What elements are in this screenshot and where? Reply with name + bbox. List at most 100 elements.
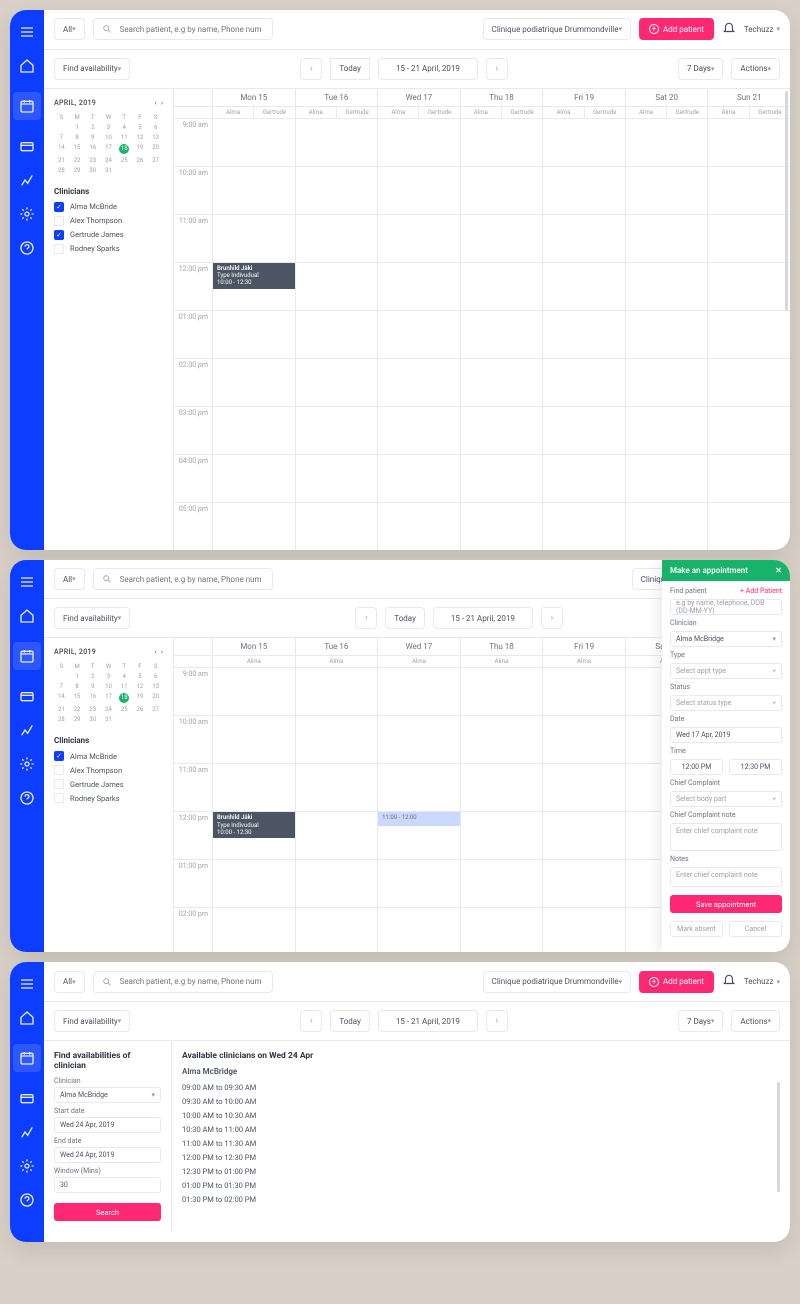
mini-prev-icon[interactable]: ‹ [155, 99, 157, 107]
time-slot[interactable] [377, 503, 460, 550]
calendar-icon[interactable] [13, 1044, 41, 1072]
time-slot[interactable] [460, 119, 543, 166]
menu-icon[interactable] [19, 24, 35, 40]
user-menu[interactable]: Techuzz▾ [744, 977, 780, 986]
availability-slot[interactable]: 09:00 AM to 09:30 AM [182, 1082, 780, 1093]
time-slot[interactable] [377, 263, 460, 310]
end-date-input[interactable]: Wed 24 Apr, 2019 [54, 1147, 161, 1163]
mini-day[interactable]: 31 [101, 715, 116, 724]
mini-day[interactable]: 1 [70, 672, 85, 681]
time-slot[interactable] [377, 860, 460, 907]
next-week-button[interactable]: › [486, 58, 508, 80]
cancel-button[interactable]: Cancel [729, 921, 782, 937]
mini-calendar[interactable]: SMTWTFS123456789101112131415161718192021… [54, 113, 163, 175]
home-icon[interactable] [19, 58, 35, 74]
mini-day[interactable]: 27 [148, 705, 163, 714]
time-slot[interactable] [460, 908, 543, 952]
time-slot[interactable]: 11:00 - 12:00 [377, 812, 460, 859]
find-availability-button[interactable]: Find availability▾ [54, 1010, 130, 1032]
time-slot[interactable] [460, 764, 543, 811]
mini-day-today[interactable]: 18 [119, 144, 129, 154]
time-slot[interactable] [295, 860, 378, 907]
time-slot[interactable] [460, 860, 543, 907]
time-slot[interactable] [542, 359, 625, 406]
availability-slot[interactable]: 10:30 AM to 11:00 AM [182, 1124, 780, 1135]
analytics-icon[interactable] [19, 1124, 35, 1140]
appointment-event[interactable]: Brunhild JäkiType Indivudual10:00 - 12:3… [213, 812, 295, 838]
time-slot[interactable] [460, 359, 543, 406]
time-slot[interactable] [377, 908, 460, 952]
availability-slot[interactable]: 01:30 PM to 02:00 PM [182, 1194, 780, 1205]
time-slot[interactable] [542, 455, 625, 502]
mini-next-icon[interactable]: › [161, 99, 163, 107]
time-slot[interactable] [377, 764, 460, 811]
time-slot[interactable] [707, 311, 790, 358]
appointment-event[interactable]: Brunhild JäkiType Indivudual10:00 - 12:3… [213, 263, 295, 289]
billing-icon[interactable] [19, 688, 35, 704]
home-icon[interactable] [19, 1010, 35, 1026]
time-slot[interactable] [212, 716, 295, 763]
time-slot[interactable] [295, 311, 378, 358]
time-slot[interactable] [542, 668, 625, 715]
time-slot[interactable] [377, 215, 460, 262]
mini-day[interactable]: 21 [54, 156, 69, 165]
mini-day[interactable]: 9 [85, 133, 100, 142]
time-slot[interactable] [212, 908, 295, 952]
time-slot[interactable] [212, 311, 295, 358]
checkbox[interactable]: ✓ [54, 230, 64, 240]
filter-dropdown[interactable]: All▾ [54, 18, 85, 40]
checkbox[interactable]: ✓ [54, 202, 64, 212]
availability-slot[interactable]: 12:00 PM to 12:30 PM [182, 1152, 780, 1163]
time-slot[interactable] [707, 215, 790, 262]
search-input[interactable] [118, 976, 264, 987]
time-slot[interactable] [460, 716, 543, 763]
notification-bell-icon[interactable] [722, 20, 736, 39]
next-week-button[interactable]: › [541, 607, 563, 629]
time-slot[interactable] [460, 455, 543, 502]
mini-day[interactable]: 22 [70, 705, 85, 714]
help-icon[interactable] [19, 790, 35, 806]
prev-week-button[interactable]: ‹ [355, 607, 377, 629]
availability-slot[interactable]: 09:30 AM to 10:00 AM [182, 1096, 780, 1107]
mini-day[interactable] [54, 123, 69, 132]
mini-calendar[interactable]: SMTWTFS123456789101112131415161718192021… [54, 662, 163, 724]
time-slot[interactable] [377, 119, 460, 166]
time-slot[interactable] [377, 668, 460, 715]
time-slot[interactable] [542, 215, 625, 262]
next-week-button[interactable]: › [486, 1010, 508, 1032]
mini-day[interactable]: 19 [133, 143, 148, 155]
prev-week-button[interactable]: ‹ [300, 58, 322, 80]
mini-day[interactable]: 30 [85, 715, 100, 724]
actions-dropdown[interactable]: Actions▾ [731, 1010, 780, 1032]
settings-icon[interactable] [19, 206, 35, 222]
time-slot[interactable] [625, 311, 708, 358]
time-slot[interactable] [707, 119, 790, 166]
week-calendar[interactable]: Mon 15Tue 16Wed 17Thu 18Fri 19Sat 20Sun … [174, 89, 790, 550]
time-slot[interactable] [625, 167, 708, 214]
mini-day[interactable]: 29 [70, 715, 85, 724]
mini-day[interactable]: 10 [101, 682, 116, 691]
mini-day[interactable]: 27 [148, 156, 163, 165]
time-slot[interactable] [460, 215, 543, 262]
checkbox[interactable] [54, 216, 64, 226]
mini-day[interactable]: 11 [117, 682, 132, 691]
find-patient-input[interactable]: e.g by name, telephone, DOB (DD-MM-YY) [670, 599, 782, 615]
mini-day[interactable]: 1 [70, 123, 85, 132]
mini-day[interactable]: 7 [54, 133, 69, 142]
checkbox[interactable] [54, 765, 64, 775]
search-field[interactable] [93, 568, 273, 590]
help-icon[interactable] [19, 1192, 35, 1208]
time-slot[interactable] [542, 716, 625, 763]
time-slot[interactable] [707, 503, 790, 550]
mini-day[interactable] [133, 166, 148, 175]
filter-dropdown[interactable]: All▾ [54, 971, 85, 993]
mini-day[interactable]: 3 [101, 123, 116, 132]
time-slot[interactable] [542, 407, 625, 454]
mini-day[interactable] [117, 166, 132, 175]
mini-day[interactable]: 14 [54, 143, 69, 155]
time-slot[interactable]: Brunhild JäkiType Indivudual10:00 - 12:3… [212, 812, 295, 859]
close-icon[interactable]: ✕ [775, 566, 782, 575]
mini-day[interactable]: 4 [117, 672, 132, 681]
mini-day[interactable] [148, 166, 163, 175]
start-date-input[interactable]: Wed 24 Apr, 2019 [54, 1117, 161, 1133]
